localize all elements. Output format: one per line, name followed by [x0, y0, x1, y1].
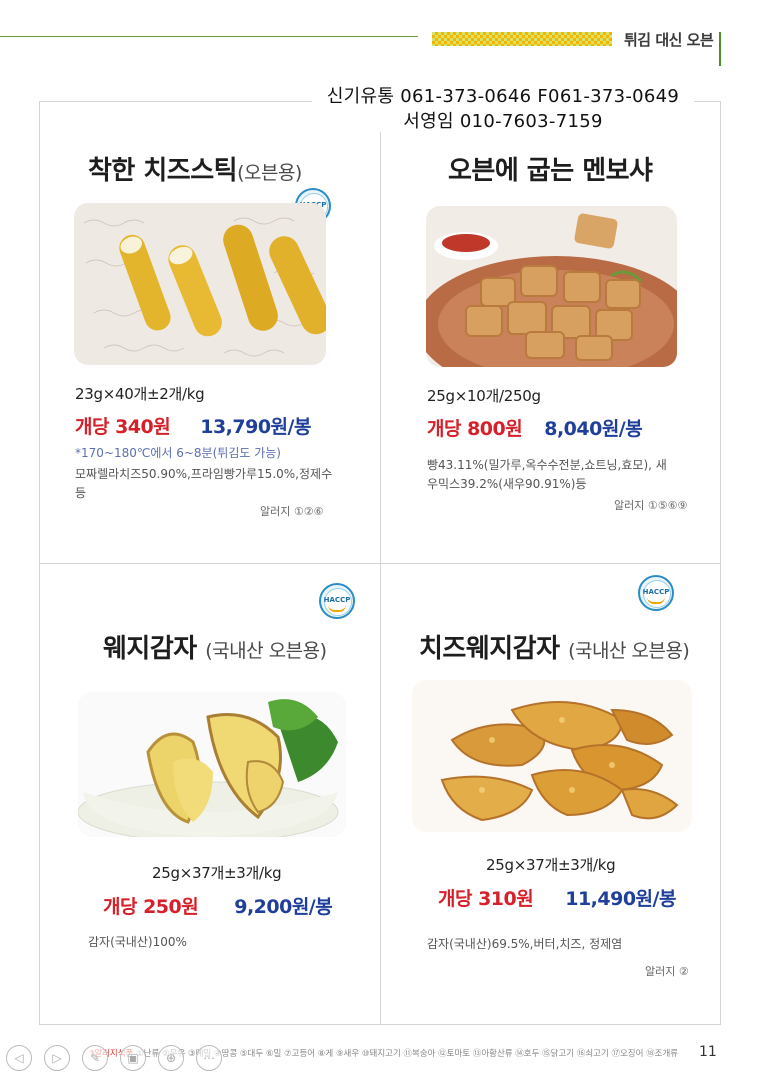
- allergy-info: 알러지 ②: [645, 965, 689, 978]
- more-options-button[interactable]: ⋯: [196, 1045, 222, 1071]
- page-number: 11: [699, 1044, 717, 1060]
- unit-price: 개당 310원: [438, 888, 534, 910]
- product-price-row: 개당 310원 11,490원/봉: [438, 884, 676, 911]
- more-icon: ⋯: [203, 1051, 215, 1065]
- page-thumbnails-button[interactable]: ▣: [120, 1045, 146, 1071]
- product-image-potato-wedge: [78, 692, 346, 837]
- haccp-badge-icon: HACCP: [319, 583, 355, 619]
- ingredients: 모짜렐라치즈50.90%,프라임빵가루15.0%,정제수 등: [75, 467, 333, 500]
- prev-page-button[interactable]: ◁: [6, 1045, 32, 1071]
- product-subtitle: (국내산 오븐용): [568, 640, 690, 662]
- section-title: 튀김 대신 오븐: [624, 31, 714, 49]
- supplier-stamp: 신기유통 061-373-0646 F061-373-0649 서영임 010-…: [312, 80, 694, 132]
- haccp-badge-icon: HACCP: [638, 575, 674, 611]
- product-spec: 23g×40개±2개/kg: [75, 385, 205, 403]
- product-name: 치즈웨지감자: [419, 634, 560, 664]
- product-subtitle: (오븐용): [237, 162, 302, 184]
- chevron-right-icon: ▷: [52, 1051, 62, 1065]
- ingredients: 감자(국내산)100%: [88, 935, 187, 949]
- product-image-cheese-stick: [74, 203, 326, 365]
- pack-price: 13,790원/봉: [200, 416, 311, 438]
- ingredients: 빵43.11%(밀가루,옥수수전분,쇼트닝,효모), 새우믹스39.2%(새우9…: [427, 458, 667, 491]
- pack-price: 9,200원/봉: [234, 896, 333, 918]
- product-image-menbosha: [426, 206, 677, 367]
- product-spec: 25g×37개±3개/kg: [486, 856, 616, 874]
- pages-icon: ▣: [127, 1051, 139, 1065]
- product-title: 치즈웨지감자 (국내산 오븐용): [419, 628, 690, 665]
- header-checker-pattern: [432, 32, 612, 46]
- product-name: 오븐에 굽는 멘보샤: [448, 156, 653, 186]
- product-image-cheese-potato-wedge: [412, 680, 692, 832]
- pack-price: 11,490원/봉: [565, 888, 676, 910]
- product-spec: 25g×37개±3개/kg: [152, 864, 282, 882]
- allergy-info: 알러지 ①②⑥: [260, 505, 324, 518]
- product-title: 웨지감자 (국내산 오븐용): [103, 628, 327, 665]
- header-rule: [0, 36, 418, 37]
- grid-divider-horizontal: [39, 563, 721, 564]
- product-name: 착한 치즈스틱: [88, 156, 238, 186]
- stamp-line-1: 신기유통 061-373-0646 F061-373-0649: [326, 86, 680, 107]
- pack-price: 8,040원/봉: [544, 418, 643, 440]
- unit-price: 개당 250원: [103, 896, 199, 918]
- header-accent-bar: [719, 32, 721, 66]
- allergy-info: 알러지 ①⑤⑥⑨: [614, 499, 688, 512]
- product-price-row: 개당 340원 13,790원/봉: [75, 412, 311, 439]
- next-page-button[interactable]: ▷: [44, 1045, 70, 1071]
- product-title: 착한 치즈스틱(오븐용): [88, 150, 302, 187]
- product-subtitle: (국내산 오븐용): [205, 640, 327, 662]
- product-spec: 25g×10개/250g: [427, 387, 541, 405]
- product-title: 오븐에 굽는 멘보샤: [448, 150, 653, 187]
- cooking-note: *170~180℃에서 6~8분(튀김도 가능): [75, 446, 281, 460]
- product-price-row: 개당 250원 9,200원/봉: [103, 892, 333, 919]
- pen-tool-button[interactable]: ✎: [82, 1045, 108, 1071]
- chevron-left-icon: ◁: [14, 1051, 24, 1065]
- product-price-row: 개당 800원 8,040원/봉: [427, 414, 643, 441]
- product-name: 웨지감자: [103, 634, 197, 664]
- zoom-button[interactable]: ⊕: [158, 1045, 184, 1071]
- zoom-icon: ⊕: [165, 1051, 177, 1065]
- unit-price: 개당 340원: [75, 416, 171, 438]
- pen-icon: ✎: [89, 1051, 101, 1065]
- stamp-line-2: 서영임 010-7603-7159: [403, 111, 603, 132]
- unit-price: 개당 800원: [427, 418, 523, 440]
- ingredients: 감자(국내산)69.5%,버터,치즈, 정제염: [427, 937, 623, 951]
